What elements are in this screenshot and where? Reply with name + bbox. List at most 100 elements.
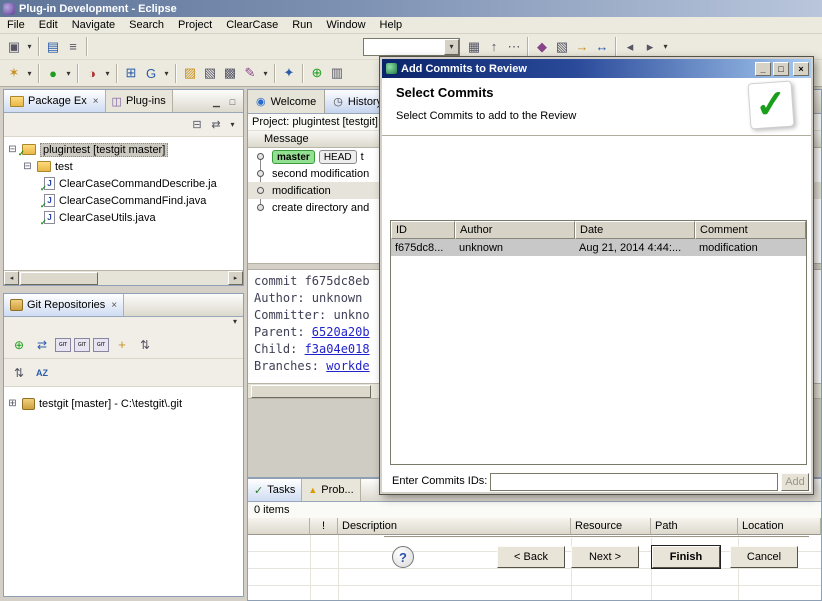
column-header-id[interactable]: ID	[391, 221, 455, 239]
parent-commit-link[interactable]: 6520a20b	[312, 325, 370, 339]
toolbar-combo[interactable]: ▾	[363, 38, 460, 56]
help-button[interactable]: ?	[392, 546, 414, 568]
column-header-comment[interactable]: Comment	[695, 221, 806, 239]
tree-row-project[interactable]: ⊟ ✓ plugintest [testgit master]	[4, 141, 243, 158]
close-button[interactable]: ×	[793, 62, 809, 76]
finish-button[interactable]: Finish	[652, 546, 720, 568]
run-menu-icon[interactable]: ▾	[63, 63, 74, 83]
tab-problems[interactable]: ▲ Prob...	[302, 479, 360, 501]
column-header-date[interactable]: Date	[575, 221, 695, 239]
menu-project[interactable]: Project	[171, 18, 219, 32]
refresh-icon[interactable]: ⇅	[135, 335, 155, 355]
back-icon[interactable]: ◂	[620, 37, 640, 57]
paint-menu-icon[interactable]: ▾	[260, 63, 271, 83]
scrollbar-thumb[interactable]	[20, 272, 98, 285]
horizontal-scrollbar[interactable]: ◂ ▸	[4, 270, 243, 285]
minimize-icon[interactable]: ▁	[210, 96, 223, 108]
scrollbar-thumb[interactable]	[251, 385, 371, 398]
commits-table-empty-area[interactable]	[391, 256, 806, 464]
menu-file[interactable]: File	[0, 18, 32, 32]
next-annotation-icon[interactable]: →	[572, 37, 592, 57]
view-menu-icon[interactable]: ▾	[227, 115, 238, 135]
link-with-editor-icon[interactable]: ⇄	[208, 117, 224, 133]
tree-row-folder[interactable]: ⊟ test	[4, 158, 243, 175]
collapse-all-icon[interactable]: ⊟	[189, 117, 205, 133]
generate-icon[interactable]: G	[141, 63, 161, 83]
scroll-right-icon[interactable]: ▸	[228, 271, 243, 285]
back-button[interactable]: < Back	[497, 546, 565, 568]
add-button[interactable]: Add	[781, 473, 809, 491]
run-icon[interactable]: ●	[43, 63, 63, 83]
scroll-left-icon[interactable]: ◂	[4, 271, 19, 285]
commit-ids-input[interactable]	[490, 473, 778, 491]
apply-patch-icon[interactable]: +	[112, 335, 132, 355]
collapse-expander-icon[interactable]: ⊟	[22, 161, 33, 172]
new-wizard-icon[interactable]: ▣	[4, 37, 24, 57]
sort-az-icon[interactable]: AZ	[32, 363, 52, 383]
column-header-path[interactable]: Path	[651, 518, 738, 535]
commit-table-row-selected[interactable]: f675dc8... unknown Aug 21, 2014 4:44:...…	[391, 239, 806, 256]
collapse-expander-icon[interactable]: ⊟	[7, 144, 18, 155]
git-clone-repository-icon[interactable]: GIT	[93, 338, 109, 352]
menu-clearcase[interactable]: ClearCase	[219, 18, 285, 32]
column-header-location[interactable]: Location	[738, 518, 821, 535]
tree-row-repository[interactable]: ⊞ testgit [master] - C:\testgit\.git	[4, 395, 243, 412]
menu-run[interactable]: Run	[285, 18, 319, 32]
paint-icon[interactable]: ✎	[240, 63, 260, 83]
column-header-description[interactable]: Description	[338, 518, 571, 535]
coverage-menu-icon[interactable]: ▾	[102, 63, 113, 83]
menu-help[interactable]: Help	[373, 18, 410, 32]
open-folder-icon[interactable]: ▨	[180, 63, 200, 83]
forward-icon[interactable]: ▸	[640, 37, 660, 57]
clone-repository-icon[interactable]: ⇄	[32, 335, 52, 355]
package-icon[interactable]: ▧	[200, 63, 220, 83]
tab-package-explorer[interactable]: Package Ex ×	[4, 90, 106, 112]
branch-link[interactable]: workde	[326, 359, 369, 373]
plugin-icon[interactable]: ▩	[220, 63, 240, 83]
coverage-icon[interactable]: ◑	[82, 63, 102, 83]
column-header-priority[interactable]: !	[310, 518, 338, 535]
git-create-repository-icon[interactable]: GIT	[55, 338, 71, 352]
expand-expander-icon[interactable]: ⊞	[7, 398, 18, 409]
menu-window[interactable]: Window	[319, 18, 372, 32]
debug-menu-icon[interactable]: ▾	[24, 63, 35, 83]
git-add-repository-icon[interactable]: GIT	[74, 338, 90, 352]
menu-search[interactable]: Search	[122, 18, 171, 32]
tab-welcome[interactable]: ◉ Welcome	[248, 90, 325, 113]
cancel-button[interactable]: Cancel	[730, 546, 798, 568]
plugin-view-icon[interactable]: ▥	[327, 63, 347, 83]
show-table-icon[interactable]: ▦	[464, 37, 484, 57]
generate-menu-icon[interactable]: ▾	[161, 63, 172, 83]
prev-next-icon[interactable]: ↔	[592, 37, 612, 57]
more-actions-icon[interactable]: ⋯	[504, 37, 524, 57]
search-icon[interactable]: ✦	[279, 63, 299, 83]
tab-plugins[interactable]: ◫ Plug-ins	[106, 90, 173, 112]
view-menu-icon[interactable]: ▾	[233, 317, 237, 331]
new-junit-icon[interactable]: ⊞	[121, 63, 141, 83]
debug-icon[interactable]: ✶	[4, 63, 24, 83]
tree-row-file[interactable]: J✓ ClearCaseCommandFind.java	[4, 192, 243, 209]
filter-icon[interactable]: ⇅	[9, 363, 29, 383]
tree-row-file[interactable]: J✓ ClearCaseUtils.java	[4, 209, 243, 226]
close-icon[interactable]: ×	[111, 300, 117, 311]
mark-occurrences-icon[interactable]: ◆	[532, 37, 552, 57]
maximize-icon[interactable]: □	[226, 96, 239, 108]
dialog-titlebar[interactable]: Add Commits to Review _ □ ×	[382, 59, 811, 78]
close-icon[interactable]: ×	[93, 96, 99, 107]
column-header-completion[interactable]	[248, 518, 310, 535]
child-commit-link[interactable]: f3a04e018	[305, 342, 370, 356]
history-menu-icon[interactable]: ▾	[660, 37, 671, 57]
next-button[interactable]: Next >	[571, 546, 639, 568]
tab-git-repositories[interactable]: Git Repositories ×	[4, 294, 124, 316]
save-icon[interactable]: ▤	[43, 37, 63, 57]
tree-row-file[interactable]: J✓ ClearCaseCommandDescribe.ja	[4, 175, 243, 192]
annotations-icon[interactable]: ▧	[552, 37, 572, 57]
minimize-button[interactable]: _	[755, 62, 771, 76]
menu-navigate[interactable]: Navigate	[65, 18, 122, 32]
new-wizard-menu-icon[interactable]: ▾	[24, 37, 35, 57]
maximize-button[interactable]: □	[773, 62, 789, 76]
combo-dropdown-icon[interactable]: ▾	[444, 39, 459, 55]
column-header-author[interactable]: Author	[455, 221, 575, 239]
menu-edit[interactable]: Edit	[32, 18, 65, 32]
new-package-icon[interactable]: ⊕	[307, 63, 327, 83]
